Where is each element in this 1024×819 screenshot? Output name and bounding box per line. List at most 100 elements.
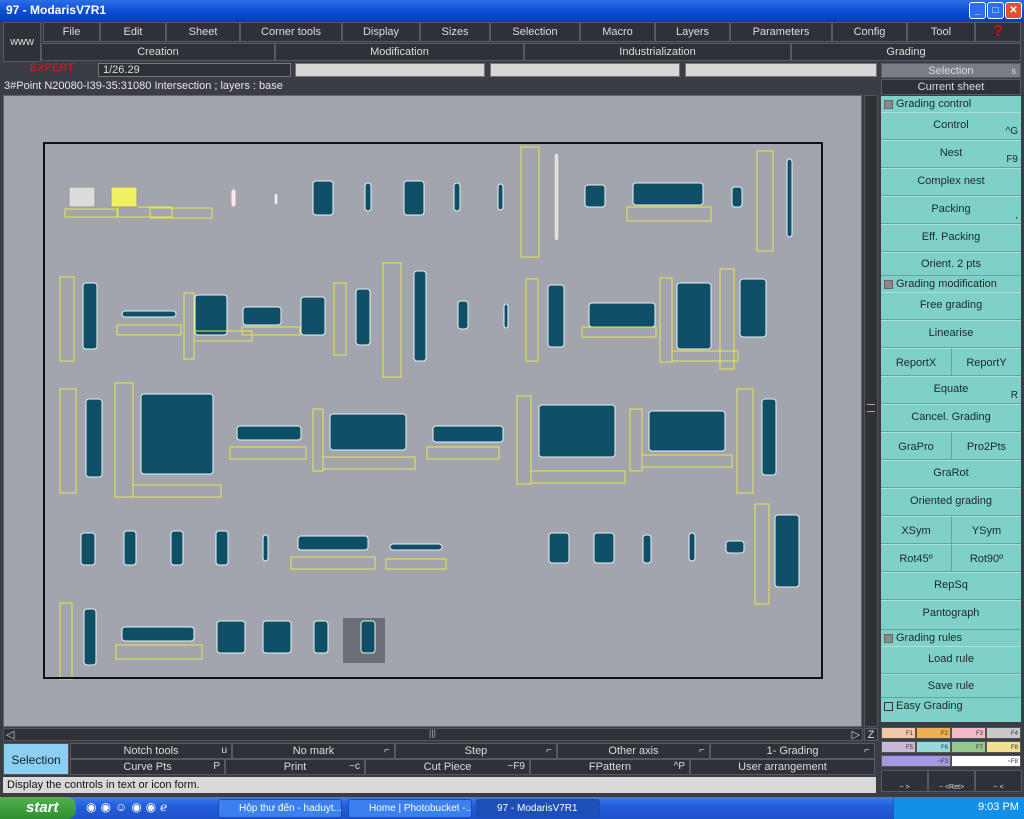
no-mark-button[interactable]: No mark ⌐ [232, 743, 395, 759]
nav-key-2[interactable]: ~ < [975, 770, 1022, 792]
grapro-button[interactable]: GraPro [881, 432, 951, 460]
nav-key-1[interactable]: ~ <Ret> [928, 770, 975, 792]
group-grading[interactable]: Grading [791, 43, 1021, 61]
scale-field[interactable]: 1/26.29 [98, 63, 291, 77]
fkey-f4[interactable]: F4 [986, 727, 1021, 739]
notch-tools-button[interactable]: Notch tools u [70, 743, 232, 759]
checkbox-grading-rules[interactable]: Grading rules [881, 632, 1021, 646]
fkey-f7[interactable]: F7 [951, 741, 986, 753]
menu-display[interactable]: Display [342, 22, 420, 42]
xsym-button[interactable]: XSym [881, 516, 951, 544]
checkbox-easy-grading[interactable]: Easy Grading [881, 700, 1021, 714]
user-arrangement-button[interactable]: User arrangement [690, 759, 875, 775]
fkey-f8[interactable]: F8 [986, 741, 1021, 753]
print-button[interactable]: Print ~c [225, 759, 365, 775]
checkbox-icon[interactable] [884, 702, 893, 711]
pro2pts-button[interactable]: Pro2Pts [951, 432, 1021, 460]
scroll-thumb-grip[interactable] [867, 404, 875, 412]
cancel-grading-button[interactable]: Cancel. Grading [881, 404, 1021, 432]
scroll-thumb[interactable]: ||| [429, 728, 436, 738]
linearise-button[interactable]: Linearise [881, 320, 1021, 348]
button-label: Other axis [608, 745, 659, 757]
menu-layers[interactable]: Layers [655, 22, 730, 42]
checkbox-icon[interactable] [884, 100, 893, 109]
pantograph-button[interactable]: Pantograph [881, 600, 1021, 630]
group-modification[interactable]: Modification [275, 43, 524, 61]
menu-sizes[interactable]: Sizes [420, 22, 490, 42]
fkey-f6[interactable]: F6 [916, 741, 951, 753]
checkbox-grading-modification[interactable]: Grading modification [881, 278, 1021, 292]
reporty-button[interactable]: ReportY [951, 348, 1021, 376]
selection-button[interactable]: Selection [3, 743, 69, 775]
button-label: FPattern [588, 761, 632, 773]
fkey-f3[interactable]: F3 [951, 727, 986, 739]
oriented-grading-button[interactable]: Oriented grading [881, 488, 1021, 516]
fkey-f5[interactable]: F5 [881, 741, 916, 753]
complex-nest-button[interactable]: Complex nest [881, 168, 1021, 196]
help-button[interactable]: ? [975, 22, 1021, 42]
menu-sheet[interactable]: Sheet [166, 22, 240, 42]
save-rule-button[interactable]: Save rule [881, 674, 1021, 698]
reportx-button[interactable]: ReportX [881, 348, 951, 376]
menu-tool[interactable]: Tool [907, 22, 975, 42]
horizontal-scrollbar[interactable]: ◁ ||| ▷ [3, 728, 863, 741]
zoom-button[interactable]: Z [864, 728, 878, 741]
info-field-1 [295, 63, 485, 77]
group-creation[interactable]: Creation [41, 43, 275, 61]
vertical-scrollbar[interactable] [864, 95, 878, 727]
current-sheet-button[interactable]: Current sheet [881, 79, 1021, 95]
taskbar-item[interactable]: Home | Photobucket -... [348, 799, 472, 818]
taskbar-item[interactable]: 97 - ModarisV7R1 [476, 799, 600, 818]
load-rule-button[interactable]: Load rule [881, 646, 1021, 674]
start-button[interactable]: start [0, 797, 76, 819]
checkbox-grading-control[interactable]: Grading control [881, 98, 1021, 112]
fkey-f1[interactable]: F1 [881, 727, 916, 739]
curve-pts-button[interactable]: Curve Pts P [70, 759, 225, 775]
www-button[interactable]: www [3, 22, 41, 62]
packing-button[interactable]: Packing, [881, 196, 1021, 224]
shortcut-key: u [221, 745, 227, 756]
taskbar-item[interactable]: Hộp thư đến - haduyt... [218, 799, 342, 818]
nest-button[interactable]: Nest F9 [881, 140, 1021, 168]
fkey-shift-f8[interactable]: ~F8 [951, 755, 1021, 767]
cut-piece-button[interactable]: Cut Piece ~F9 [365, 759, 530, 775]
free-grading-button[interactable]: Free grading [881, 292, 1021, 320]
shortcut-key: ^P [673, 761, 685, 772]
scroll-right-icon[interactable]: ▷ [852, 728, 860, 741]
scroll-left-icon[interactable]: ◁ [6, 728, 14, 741]
selection-key: s [1011, 65, 1017, 76]
selection-mode-button[interactable]: Selection s [881, 63, 1021, 78]
shortcut-key: P [213, 761, 220, 772]
orient-2-pts-button[interactable]: Orient. 2 pts [881, 252, 1021, 276]
rot45º-button[interactable]: Rot45º [881, 544, 951, 572]
checkbox-icon[interactable] [884, 634, 893, 643]
menu-macro[interactable]: Macro [580, 22, 655, 42]
repsq-button[interactable]: RepSq [881, 572, 1021, 600]
minimize-button[interactable]: _ [969, 2, 986, 19]
equate-button[interactable]: Equate R [881, 376, 1021, 404]
eff-packing-button[interactable]: Eff. Packing [881, 224, 1021, 252]
fkey-shift-f3[interactable]: ~F3 [881, 755, 951, 767]
nav-key-0[interactable]: ~ > [881, 770, 928, 792]
menu-config[interactable]: Config [832, 22, 907, 42]
menu-edit[interactable]: Edit [100, 22, 166, 42]
menu-file[interactable]: File [43, 22, 100, 42]
menu-parameters[interactable]: Parameters [730, 22, 832, 42]
other-axis-button[interactable]: Other axis ⌐ [557, 743, 710, 759]
shortcut-key: ⌐ [699, 745, 705, 756]
ysym-button[interactable]: YSym [951, 516, 1021, 544]
menu-selection[interactable]: Selection [490, 22, 580, 42]
checkbox-icon[interactable] [884, 280, 893, 289]
quick-launch-icons[interactable]: ◉◉☺◉◉ℯ [86, 800, 171, 814]
fpattern-button[interactable]: FPattern ^P [530, 759, 690, 775]
grarot-button[interactable]: GraRot [881, 460, 1021, 488]
rot90º-button[interactable]: Rot90º [951, 544, 1021, 572]
close-button[interactable]: ✕ [1005, 2, 1022, 19]
control-button[interactable]: Control ^G [881, 112, 1021, 140]
1-grading-button[interactable]: 1- Grading ⌐ [710, 743, 875, 759]
group-industrialization[interactable]: Industrialization [524, 43, 791, 61]
fkey-f2[interactable]: F2 [916, 727, 951, 739]
menu-corner-tools[interactable]: Corner tools [240, 22, 342, 42]
maximize-button[interactable]: □ [987, 2, 1004, 19]
step-button[interactable]: Step ⌐ [395, 743, 557, 759]
